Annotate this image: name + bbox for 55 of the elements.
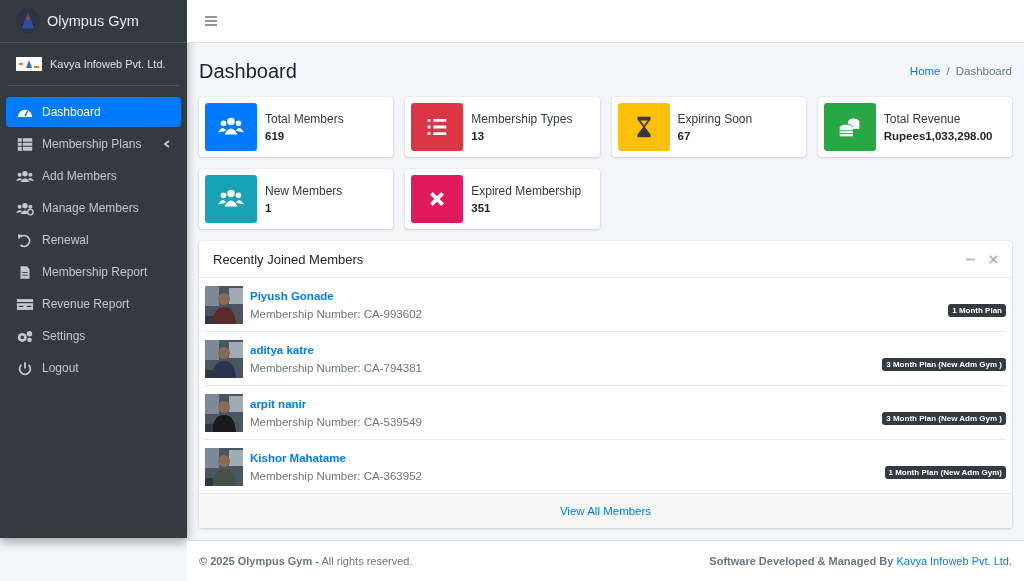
membership-number: Membership Number: CA-539549 xyxy=(250,415,423,428)
view-all-link[interactable]: View All Members xyxy=(559,505,652,517)
logo-icon xyxy=(15,8,41,34)
brand-name: Olympus Gym xyxy=(47,13,139,29)
stat-label: Total Members xyxy=(265,112,344,126)
nav-item[interactable]: Membership Plans xyxy=(6,129,181,159)
membership-number: Membership Number: CA-363952 xyxy=(250,469,423,482)
nav-item[interactable]: Revenue Report xyxy=(6,289,181,319)
company-link[interactable]: Kavya Infoweb Pvt. Ltd. xyxy=(896,555,1012,567)
stat-label: Membership Types xyxy=(471,112,573,126)
plan-badge: 1 Month Plan (New Adm Gym) xyxy=(884,466,1006,479)
breadcrumb-separator: / xyxy=(946,65,950,77)
nav-item[interactable]: Settings xyxy=(6,321,181,351)
nav-item[interactable]: Add Members xyxy=(6,161,181,191)
stat-label: Expired Membership xyxy=(471,184,582,198)
gears-icon xyxy=(16,328,34,344)
panel-title: Recently Joined Members xyxy=(213,251,365,267)
member-name-link[interactable]: arpit nanir xyxy=(250,397,876,410)
card-icon xyxy=(16,296,34,312)
stat-value: 351 xyxy=(471,202,492,214)
stat-value: 13 xyxy=(471,130,486,142)
company-name: Kavya Infoweb Pvt. Ltd. xyxy=(50,58,166,70)
power-icon xyxy=(16,360,34,376)
users-gear-icon xyxy=(16,200,34,216)
credit-text: Software Developed & Managed By xyxy=(709,555,894,567)
nav-item[interactable]: Renewal xyxy=(6,225,181,255)
stat-value: Rupees1,033,298.00 xyxy=(883,130,993,142)
breadcrumb-current: Dashboard xyxy=(955,65,1012,77)
member-name-link[interactable]: aditya katre xyxy=(250,343,876,356)
close-icon[interactable] xyxy=(989,254,998,264)
plan-badge: 3 Month Plan (New Adm Gym ) xyxy=(882,358,1006,371)
nav-item[interactable]: Membership Report xyxy=(6,257,181,287)
stat-value: 619 xyxy=(265,130,286,142)
nav-item[interactable]: Manage Members xyxy=(6,193,181,223)
table-icon xyxy=(16,136,34,152)
breadcrumb-link[interactable]: Home xyxy=(909,65,941,77)
plan-badge: 3 Month Plan (New Adm Gym ) xyxy=(882,412,1006,425)
users-icon xyxy=(16,168,34,184)
member-name-link[interactable]: Piyush Gonade xyxy=(250,289,942,302)
membership-number: Membership Number: CA-993602 xyxy=(250,307,423,320)
stat-value: 1 xyxy=(265,202,273,214)
company-logo xyxy=(16,57,42,71)
chevron-icon xyxy=(163,140,171,148)
nav-item[interactable]: Logout xyxy=(6,353,181,383)
stat-label: Expiring Soon xyxy=(677,112,753,126)
member-name-link[interactable]: Kishor Mahatame xyxy=(250,451,878,464)
copyright-text: © 2025 Olympus Gym - All rights reserved. xyxy=(199,555,413,567)
stat-value: 67 xyxy=(677,130,692,142)
plan-badge: 1 Month Plan xyxy=(948,304,1006,317)
page-title: Dashboard xyxy=(199,59,297,83)
menu-icon[interactable] xyxy=(205,16,217,26)
stat-label: Total Revenue xyxy=(883,112,962,126)
membership-number: Membership Number: CA-794381 xyxy=(250,361,423,374)
stat-label: New Members xyxy=(265,184,343,198)
nav-item[interactable]: Dashboard xyxy=(6,97,181,127)
